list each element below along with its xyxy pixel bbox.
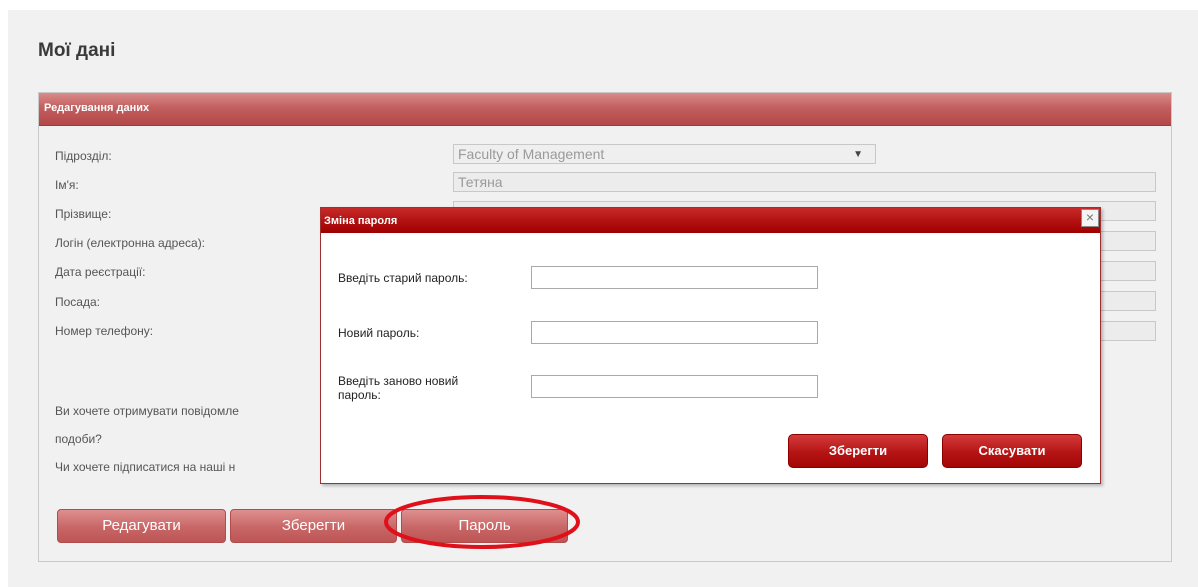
subscribe-question: Чи хочете підписатися на наші н [55, 460, 236, 474]
position-label: Посада: [55, 295, 100, 309]
last-name-label: Прізвище: [55, 207, 112, 221]
panel-header-title: Редагування даних [44, 102, 150, 114]
old-password-input[interactable] [531, 266, 818, 289]
login-label: Логін (електронна адреса): [55, 236, 206, 250]
dialog-header: Зміна пароля [321, 208, 1100, 233]
dialog-cancel-button[interactable]: Скасувати [942, 434, 1082, 468]
page-title: Мої дані [38, 40, 116, 61]
registration-date-label: Дата реєстрації: [55, 265, 146, 279]
password-button[interactable]: Пароль [401, 509, 568, 543]
edit-button[interactable]: Редагувати [57, 509, 226, 543]
new-password-input[interactable] [531, 321, 818, 344]
panel-header: Редагування даних [39, 93, 1171, 126]
first-name-field[interactable]: Тетяна [453, 172, 1156, 192]
repeat-password-label-line1: Введіть заново новий [338, 374, 459, 388]
save-button[interactable]: Зберегти [230, 509, 397, 543]
notifications-question-line1: Ви хочете отримувати повідомле [55, 404, 239, 418]
change-password-dialog: Зміна пароля × Введіть старий пароль: Но… [320, 207, 1101, 484]
repeat-password-input[interactable] [531, 375, 818, 398]
department-select[interactable]: Faculty of Management ▼ [453, 144, 876, 164]
new-password-label: Новий пароль: [338, 326, 420, 340]
phone-label: Номер телефону: [55, 324, 154, 338]
old-password-label: Введіть старий пароль: [338, 271, 468, 285]
chevron-down-icon: ▼ [853, 149, 863, 160]
department-select-value: Faculty of Management [458, 146, 605, 162]
department-label: Підрозділ: [55, 149, 112, 163]
repeat-password-label-line2: пароль: [338, 388, 381, 402]
notifications-question-line2: подоби? [55, 432, 102, 446]
dialog-save-button[interactable]: Зберегти [788, 434, 928, 468]
first-name-label: Ім'я: [55, 178, 79, 192]
dialog-title: Зміна пароля [324, 215, 398, 227]
close-icon[interactable]: × [1081, 209, 1099, 227]
